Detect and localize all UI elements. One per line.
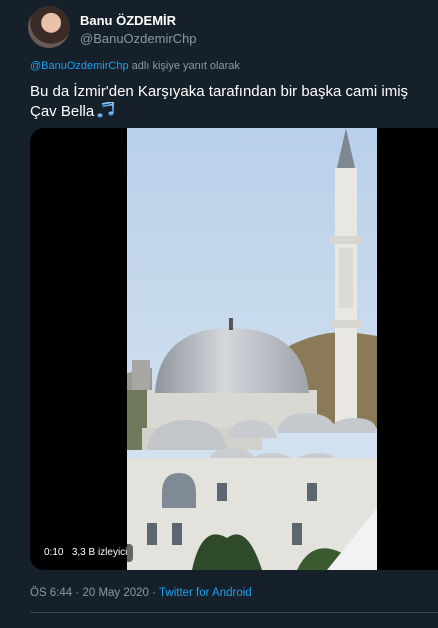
divider — [30, 612, 438, 613]
reply-context: @BanuOzdemirChp adlı kişiye yanıt olarak — [30, 60, 240, 72]
video-time-badge: 0:10 3,3 B izleyici — [38, 544, 134, 562]
meta-separator: · — [75, 587, 80, 599]
user-handle[interactable]: @BanuOzdemirChp — [80, 31, 197, 46]
mosque-video-frame — [127, 128, 377, 570]
tweet-text-line2: Çav Bella — [30, 103, 95, 120]
musical-notes-icon — [97, 102, 115, 118]
video-player[interactable]: 0:10 3,3 B izleyici — [30, 128, 438, 570]
tweet-header: Banu ÖZDEMİR @BanuOzdemirChp — [28, 6, 428, 50]
tweet-time[interactable]: ÖS 6:44 — [30, 587, 72, 599]
avatar[interactable] — [28, 6, 70, 48]
meta-separator-2: · — [152, 587, 156, 599]
tweet-date[interactable]: 20 May 2020 — [82, 587, 149, 599]
tweet-meta: ÖS 6:44 · 20 May 2020 · Twitter for Andr… — [30, 587, 252, 599]
tweet-text: Bu da İzmir'den Karşıyaka tarafından bir… — [30, 82, 430, 122]
video-view-count: 3,3 B izleyici — [71, 547, 128, 558]
video-elapsed: 0:10 — [44, 547, 64, 558]
tweet-text-line2-wrap: Çav Bella — [30, 102, 430, 122]
reply-handle-link[interactable]: @BanuOzdemirChp — [30, 60, 129, 72]
tweet-source-link[interactable]: Twitter for Android — [159, 587, 252, 599]
reply-suffix: adlı kişiye yanıt olarak — [131, 60, 240, 72]
display-name[interactable]: Banu ÖZDEMİR — [80, 13, 176, 28]
tweet-text-line1: Bu da İzmir'den Karşıyaka tarafından bir… — [30, 83, 409, 100]
